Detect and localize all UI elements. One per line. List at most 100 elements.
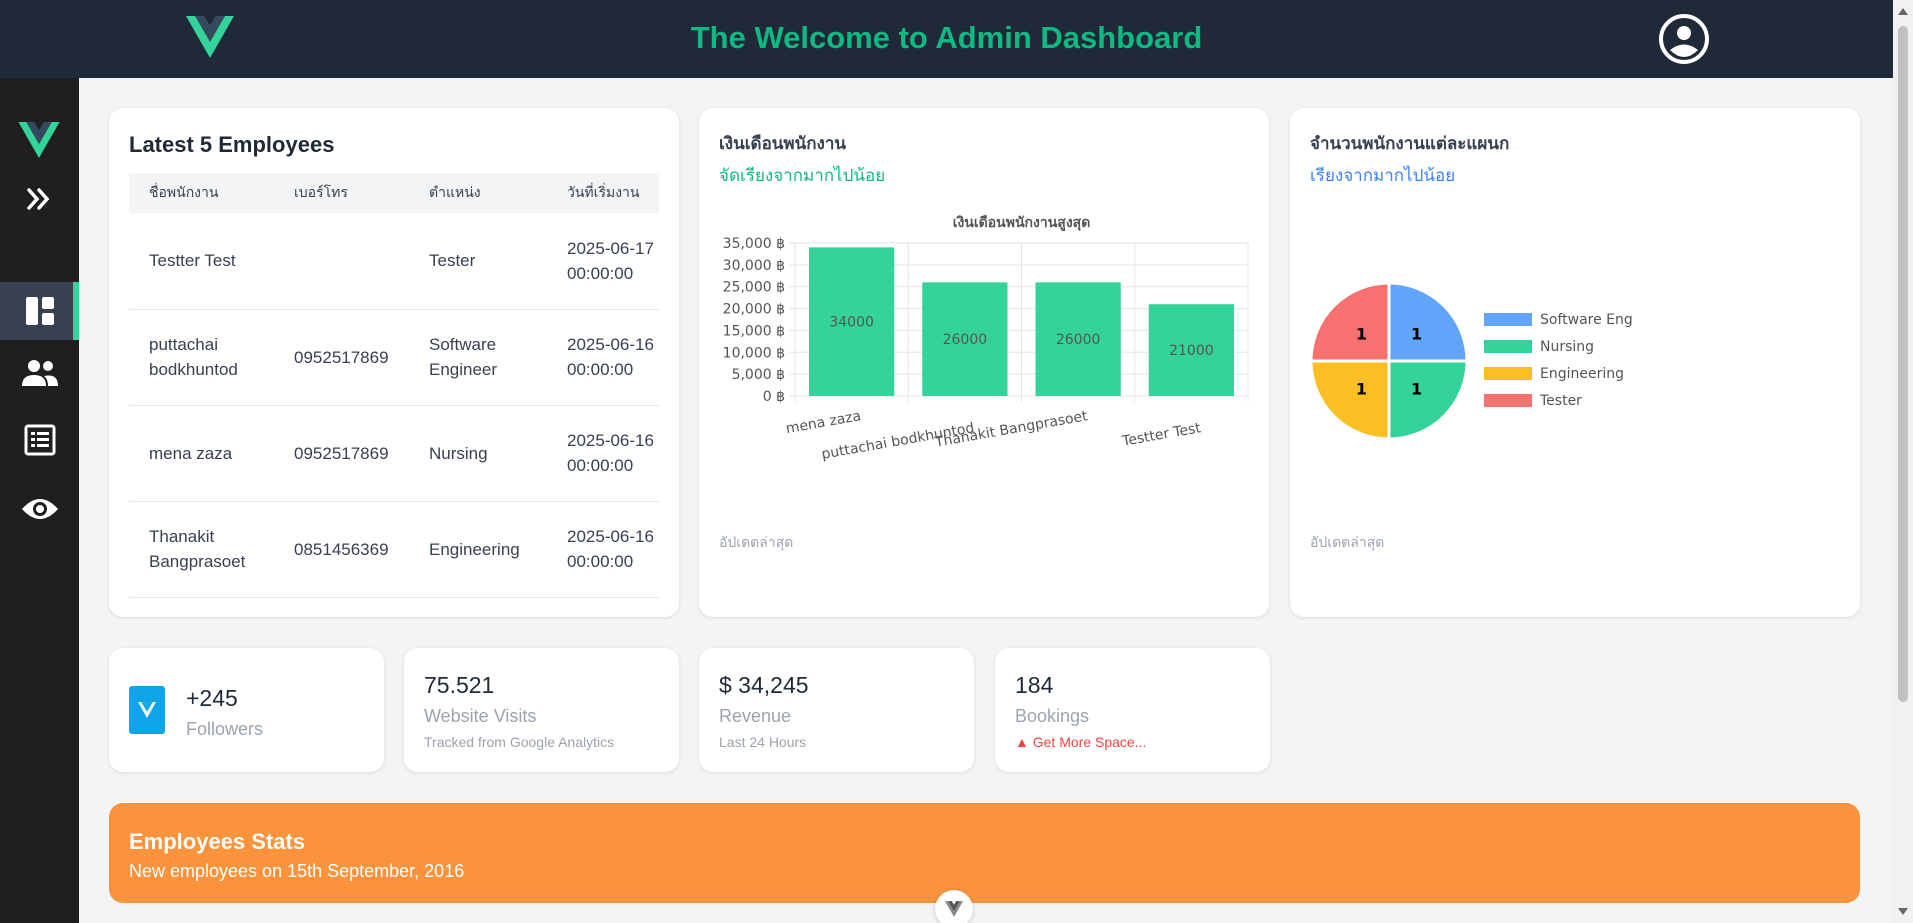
y-tick-label: 15,000 ฿ bbox=[723, 323, 785, 339]
scroll-down-icon[interactable] bbox=[1898, 908, 1908, 915]
y-tick-label: 0 ฿ bbox=[763, 389, 785, 405]
banner-title: Employees Stats bbox=[129, 829, 306, 854]
column-header-start-date: วันที่เริ่มงาน bbox=[547, 173, 659, 213]
employee-name: mena zaza bbox=[129, 405, 274, 502]
column-header-position: ตำแหน่ง bbox=[409, 173, 547, 213]
employee-position: Software Engineer bbox=[409, 309, 547, 406]
account-icon[interactable] bbox=[1658, 13, 1710, 65]
vue-logo-icon bbox=[129, 686, 165, 734]
pie-slice-label: 1 bbox=[1411, 380, 1422, 399]
sidebar-item-employees[interactable] bbox=[0, 344, 79, 402]
pie-slice bbox=[1387, 281, 1469, 363]
table-row[interactable]: puttachai bodkhuntod 0952517869 Software… bbox=[129, 309, 659, 406]
pie-slice bbox=[1309, 281, 1391, 363]
double-chevron-right-icon[interactable] bbox=[24, 184, 54, 214]
last-updated-label: อัปเดตล่าสุด bbox=[719, 534, 794, 550]
latest-employees-card: Latest 5 Employees ชื่อพนักงาน เบอร์โทร … bbox=[109, 108, 679, 617]
employee-position: Tester bbox=[409, 213, 547, 310]
stat-label: Website Visits bbox=[424, 706, 537, 726]
last-updated-label: อัปเดตล่าสุด bbox=[1310, 534, 1385, 550]
card-subtitle: เรียงจากมากไปน้อย bbox=[1310, 166, 1456, 185]
y-tick-label: 20,000 ฿ bbox=[723, 302, 785, 318]
table-row[interactable]: Testter Test Tester 2025-06-17 00:00:00 bbox=[129, 213, 659, 310]
employee-start-date: 2025-06-16 00:00:00 bbox=[547, 501, 659, 598]
sidebar bbox=[0, 78, 79, 923]
column-header-name: ชื่อพนักงาน bbox=[129, 173, 274, 213]
followers-stat-card: +245 Followers bbox=[109, 648, 384, 772]
sidebar-item-list[interactable] bbox=[0, 411, 79, 469]
pie-slice bbox=[1387, 359, 1469, 441]
y-tick-label: 10,000 ฿ bbox=[723, 345, 785, 361]
table-header-row: ชื่อพนักงาน เบอร์โทร ตำแหน่ง วันที่เริ่ม… bbox=[129, 173, 659, 213]
get-more-space-link[interactable]: ▲ Get More Space... bbox=[1015, 734, 1146, 750]
bar-value-label: 21000 bbox=[1169, 343, 1214, 359]
stat-value: 75.521 bbox=[424, 672, 495, 698]
salary-chart-card: เงินเดือนพนักงานสูงสุด 0 ฿ 5,000 ฿ 10,000 ฿… bbox=[699, 108, 1269, 617]
y-tick-label: 35,000 ฿ bbox=[723, 236, 785, 252]
people-icon bbox=[21, 360, 58, 386]
card-title: เงินเดือนพนักงาน bbox=[719, 134, 847, 153]
employee-start-date: 2025-06-16 00:00:00 bbox=[547, 405, 659, 502]
vue-logo-icon[interactable] bbox=[18, 122, 60, 158]
eye-icon bbox=[21, 499, 58, 519]
legend-label: Software Eng bbox=[1540, 312, 1633, 328]
chart-title: เงินเดือนพนักงานสูงสุด bbox=[953, 215, 1091, 231]
employee-phone: 0851456369 bbox=[274, 501, 409, 598]
vue-logo-icon bbox=[945, 901, 963, 917]
bar-value-label: 26000 bbox=[943, 332, 988, 348]
vertical-scrollbar[interactable] bbox=[1893, 0, 1913, 923]
card-subtitle: จัดเรียงจากมากไปน้อย bbox=[719, 166, 886, 185]
x-tick-label: Testter Test bbox=[1120, 420, 1203, 450]
table-row[interactable]: Thanakit Bangprasoet 0851456369 Engineer… bbox=[129, 501, 659, 598]
stat-label: Followers bbox=[186, 719, 264, 739]
top-header: The Welcome to Admin Dashboard bbox=[0, 0, 1893, 78]
stat-note: Tracked from Google Analytics bbox=[424, 734, 615, 750]
list-icon bbox=[24, 424, 55, 456]
page-title: The Welcome to Admin Dashboard bbox=[690, 20, 1203, 55]
revenue-stat-card: $ 34,245 Revenue Last 24 Hours bbox=[699, 648, 974, 772]
legend-swatch bbox=[1484, 340, 1532, 353]
table-row[interactable]: mena zaza 0952517869 Nursing 2025-06-16 … bbox=[129, 405, 659, 502]
pie-slice-label: 1 bbox=[1411, 324, 1422, 343]
legend-swatch bbox=[1484, 367, 1532, 380]
y-tick-label: 5,000 ฿ bbox=[732, 367, 785, 383]
employees-table: ชื่อพนักงาน เบอร์โทร ตำแหน่ง วันที่เริ่ม… bbox=[129, 173, 659, 598]
legend-label: Nursing bbox=[1540, 339, 1594, 355]
stat-label: Revenue bbox=[719, 706, 792, 726]
banner-subtitle: New employees on 15th September, 2016 bbox=[129, 861, 465, 881]
x-tick-label: mena zaza bbox=[785, 408, 863, 437]
sidebar-item-view[interactable] bbox=[0, 480, 79, 538]
legend-label: Tester bbox=[1539, 393, 1582, 409]
y-tick-label: 25,000 ฿ bbox=[723, 280, 785, 296]
department-chart-card: 1 1 1 1 Software Eng Nursing Engineering Tester… bbox=[1290, 108, 1860, 617]
website-visits-stat-card: 75.521 Website Visits Tracked from Googl… bbox=[404, 648, 679, 772]
pie-slice-label: 1 bbox=[1356, 324, 1367, 343]
stat-value: 184 bbox=[1015, 672, 1054, 698]
stat-value: +245 bbox=[186, 685, 238, 711]
sidebar-item-dashboard[interactable] bbox=[0, 282, 79, 340]
scroll-up-icon[interactable] bbox=[1898, 8, 1908, 15]
pie-slice-label: 1 bbox=[1356, 380, 1367, 399]
employee-phone: 0952517869 bbox=[274, 309, 409, 406]
bookings-stat-card: 184 Bookings ▲ Get More Space... bbox=[995, 648, 1270, 772]
bar-value-label: 34000 bbox=[829, 315, 874, 331]
card-title: จำนวนพนักงานแต่ละแผนก bbox=[1310, 134, 1510, 153]
legend-swatch bbox=[1484, 394, 1532, 407]
dashboard-icon bbox=[25, 297, 54, 325]
stat-note: Last 24 Hours bbox=[719, 734, 807, 750]
employee-start-date: 2025-06-17 00:00:00 bbox=[547, 213, 659, 310]
scrollbar-thumb[interactable] bbox=[1898, 26, 1908, 702]
employee-name: puttachai bodkhuntod bbox=[129, 309, 274, 406]
employees-stats-banner: Employees Stats New employees on 15th Se… bbox=[109, 803, 1860, 903]
floating-logo-button[interactable] bbox=[935, 890, 973, 923]
employee-start-date: 2025-06-16 00:00:00 bbox=[547, 309, 659, 406]
stat-value: $ 34,245 bbox=[719, 672, 809, 698]
legend-label: Engineering bbox=[1540, 366, 1624, 382]
card-title: Latest 5 Employees bbox=[129, 132, 335, 157]
legend-swatch bbox=[1484, 313, 1532, 326]
column-header-phone: เบอร์โทร bbox=[274, 173, 409, 213]
stat-label: Bookings bbox=[1015, 706, 1090, 726]
bar-value-label: 26000 bbox=[1056, 332, 1101, 348]
employee-position: Nursing bbox=[409, 405, 547, 502]
employee-phone: 0952517869 bbox=[274, 405, 409, 502]
